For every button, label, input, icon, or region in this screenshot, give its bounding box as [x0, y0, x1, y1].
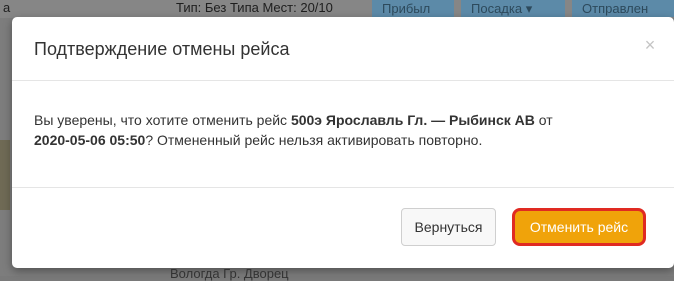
background-bottom-fragment: Вологда Гр. Дворец — [170, 266, 289, 281]
background-trip-info: Тип: Без Типа Мест: 20/10 — [176, 0, 333, 15]
confirm-text-end: ? Отмененный рейс нельзя активировать по… — [145, 132, 483, 148]
trip-route: 500э Ярославль Гл. — Рыбинск АВ — [290, 112, 535, 128]
dialog-header: Подтверждение отмены рейса × — [12, 17, 674, 81]
back-button[interactable]: Вернуться — [401, 208, 496, 246]
background-arrived-button[interactable]: Прибыл — [372, 0, 454, 17]
cancel-trip-dialog: Подтверждение отмены рейса × Вы уверены,… — [12, 17, 674, 268]
trip-date: 2020-05-06 05:50 — [34, 132, 146, 148]
close-icon[interactable]: × — [642, 36, 658, 54]
confirm-text-from: от — [534, 112, 553, 128]
background-left-fragment: а — [3, 0, 11, 15]
dialog-footer: Вернуться Отменить рейс — [12, 188, 674, 268]
cancel-trip-button[interactable]: Отменить рейс — [512, 208, 646, 246]
dialog-title: Подтверждение отмены рейса — [34, 39, 290, 59]
background-boarding-button[interactable]: Посадка ▾ — [461, 0, 565, 17]
background-left-band — [0, 140, 10, 210]
confirm-text-start: Вы уверены, что хотите отменить рейс — [34, 112, 291, 128]
background-departed-button[interactable]: Отправлен — [572, 0, 674, 17]
dialog-body: Вы уверены, что хотите отменить рейс 500… — [12, 81, 674, 188]
